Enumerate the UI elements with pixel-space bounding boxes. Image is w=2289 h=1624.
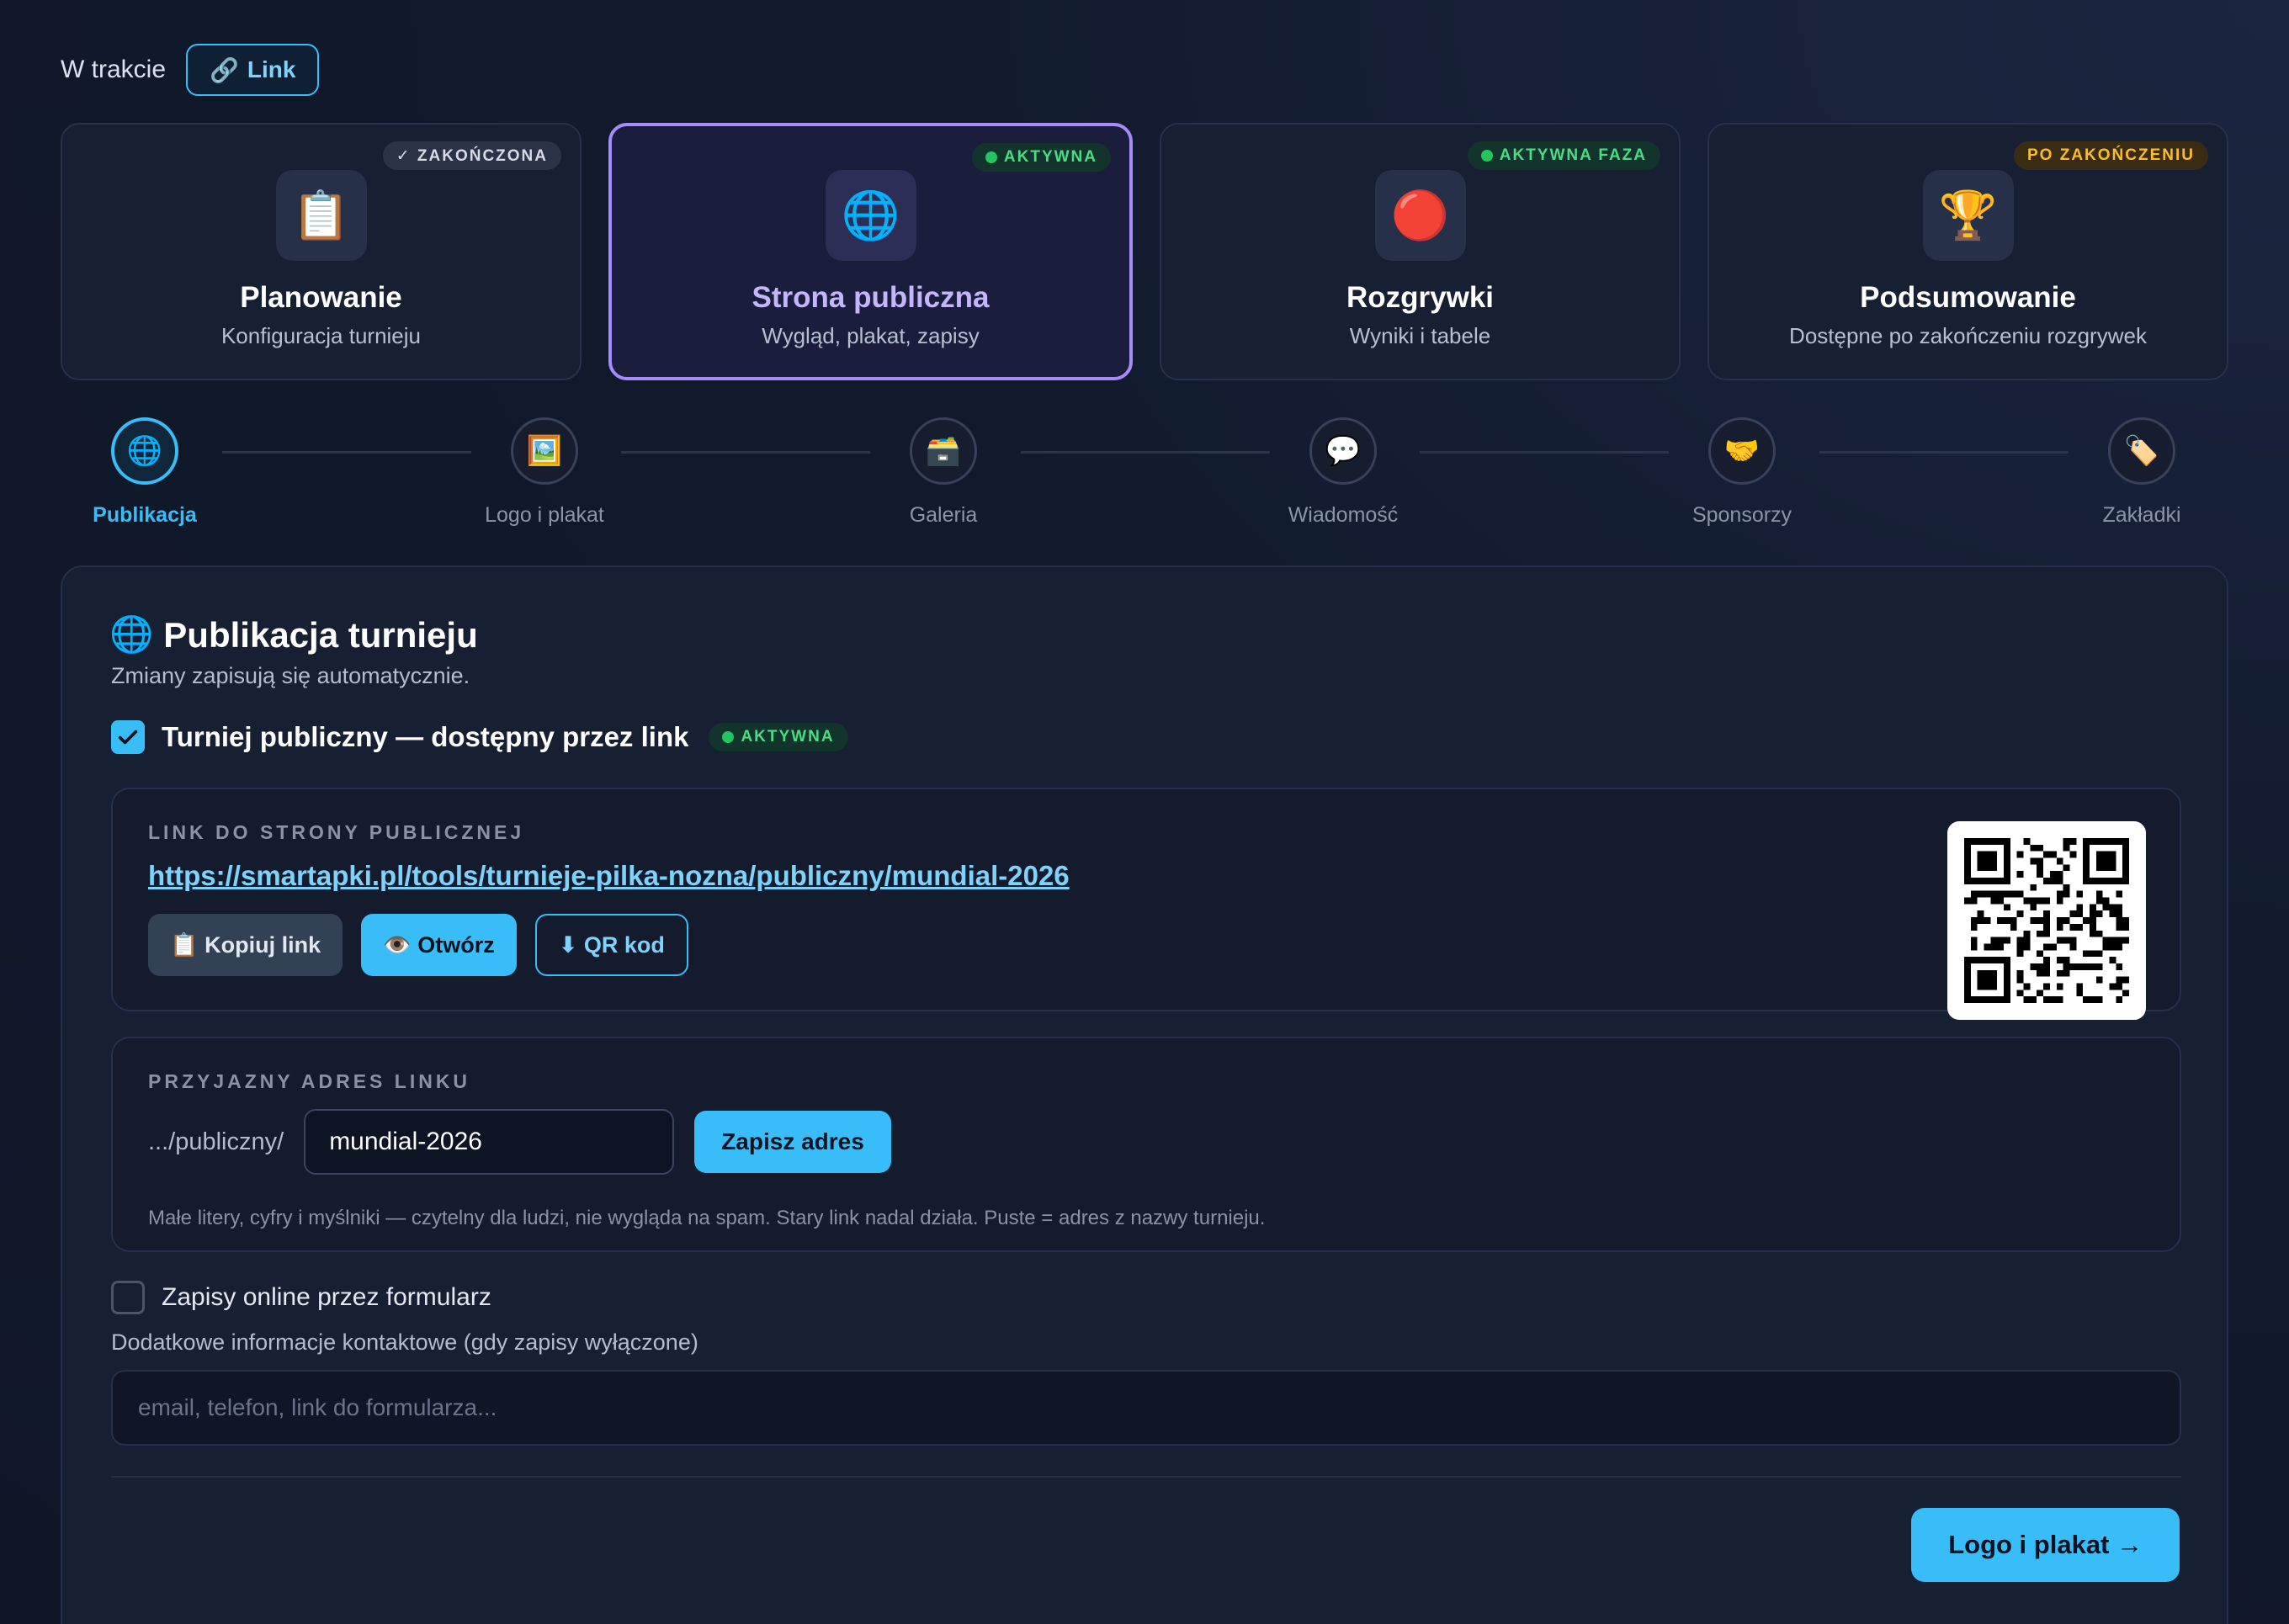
link-chain-icon: 🔗 (210, 56, 239, 83)
step-connector (1021, 451, 1270, 454)
link-button[interactable]: 🔗 Link (186, 44, 320, 96)
box-icon: 🗃️ (910, 417, 977, 485)
qr-download-button[interactable]: ⬇ QR kod (534, 914, 688, 976)
qr-code-image (1947, 821, 2146, 1020)
contact-input[interactable] (111, 1370, 2181, 1446)
panel-title-text: Publikacja turnieju (163, 614, 478, 655)
step-label: Publikacja (93, 503, 197, 527)
phase-card-public-page[interactable]: AKTYWNA 🌐 Strona publiczna Wygląd, plaka… (608, 123, 1133, 380)
public-status-badge: AKTYWNA (709, 723, 848, 751)
active-dot-icon (722, 731, 735, 743)
registration-label: Zapisy online przez formularz (162, 1283, 491, 1311)
panel-title: 🌐 Publikacja turnieju (109, 614, 478, 655)
registration-checkbox[interactable] (111, 1281, 145, 1314)
panel-subtitle: Zmiany zapisują się automatycznie. (111, 663, 470, 688)
divider (111, 1476, 2181, 1478)
clipboard-icon: 📋 (275, 170, 367, 261)
app-root: W trakcie 🔗 Link ✓ ZAKOŃCZONA 📋 Planowan… (0, 0, 2289, 1624)
status-label: W trakcie (61, 56, 167, 83)
phase-badge-after-finish: PO ZAKOŃCZENIU (2014, 141, 2208, 170)
publication-panel: 🌐 Publikacja turnieju Zmiany zapisują si… (61, 565, 2228, 1624)
public-url-link[interactable]: https://smartapki.pl/tools/turnieje-pilk… (148, 860, 1070, 892)
speech-bubble-icon: 💬 (1309, 417, 1377, 485)
qr-code-icon (1964, 838, 2129, 1003)
red-circle-icon: 🔴 (1374, 170, 1466, 261)
step-tabs[interactable]: 🏷️ Zakładki (2041, 417, 2243, 528)
phase-subtitle: Wyniki i tabele (1349, 323, 1491, 348)
save-address-button[interactable]: Zapisz adres (694, 1111, 891, 1173)
picture-icon: 🖼️ (511, 417, 578, 485)
public-toggle-row: Turniej publiczny — dostępny przez link … (111, 720, 848, 754)
step-publication[interactable]: 🌐 Publikacja (44, 417, 246, 528)
public-checkbox[interactable] (111, 720, 145, 754)
step-message[interactable]: 💬 Wiadomość (1242, 417, 1444, 528)
step-gallery[interactable]: 🗃️ Galeria (842, 417, 1044, 528)
step-connector (621, 451, 870, 454)
open-button[interactable]: 👁️ Otwórz (361, 914, 517, 976)
link-button-label: Link (247, 56, 296, 82)
trophy-icon: 🏆 (1922, 170, 2014, 261)
step-label: Wiadomość (1288, 503, 1399, 527)
step-label: Sponsorzy (1692, 503, 1792, 527)
phase-subtitle: Dostępne po zakończeniu rozgrywek (1789, 323, 2147, 348)
phase-card-matches[interactable]: AKTYWNA FAZA 🔴 Rozgrywki Wyniki i tabele (1160, 123, 1681, 380)
phase-card-summary[interactable]: PO ZAKOŃCZENIU 🏆 Podsumowanie Dostępne p… (1707, 123, 2228, 380)
step-label: Zakładki (2102, 503, 2181, 527)
phase-card-planning[interactable]: ✓ ZAKOŃCZONA 📋 Planowanie Konfiguracja t… (61, 123, 582, 380)
public-link-card: LINK DO STRONY PUBLICZNEJ https://smarta… (111, 788, 2181, 1020)
checkmark-icon (118, 730, 138, 745)
step-label: Galeria (909, 503, 978, 527)
card-label: LINK DO STRONY PUBLICZNEJ (148, 821, 525, 843)
tournament-status-row: W trakcie 🔗 Link (61, 44, 320, 96)
public-badge-text: AKTYWNA (741, 728, 835, 746)
step-logo-poster[interactable]: 🖼️ Logo i plakat (443, 417, 645, 528)
phase-cards: ✓ ZAKOŃCZONA 📋 Planowanie Konfiguracja t… (61, 123, 2228, 380)
copy-link-button[interactable]: 📋 Kopiuj link (148, 914, 343, 976)
phase-badge-active: AKTYWNA (971, 143, 1111, 172)
card-label: PRZYJAZNY ADRES LINKU (148, 1070, 471, 1092)
globe-icon: 🌐 (111, 417, 178, 485)
phase-badge-active-phase: AKTYWNA FAZA (1467, 141, 1660, 170)
step-connector (1420, 451, 1669, 454)
phase-badge-completed: ✓ ZAKOŃCZONA (382, 141, 561, 170)
step-tracker: 🌐 Publikacja 🖼️ Logo i plakat 🗃️ Galeria… (61, 417, 2228, 527)
step-sponsors[interactable]: 🤝 Sponsorzy (1641, 417, 1843, 528)
phase-subtitle: Wygląd, plakat, zapisy (762, 323, 980, 348)
phase-badge-text: AKTYWNA FAZA (1499, 146, 1647, 164)
slug-prefix: .../publiczny/ (148, 1128, 284, 1155)
phase-title: Strona publiczna (751, 281, 990, 314)
registration-row: Zapisy online przez formularz (111, 1281, 491, 1314)
slug-hint: Małe litery, cyfry i myślniki — czytelny… (148, 1207, 1266, 1229)
slug-row: .../publiczny/ Zapisz adres (148, 1109, 891, 1175)
globe-icon: 🌐 (825, 170, 916, 261)
step-label: Logo i plakat (485, 503, 604, 527)
slug-input[interactable] (304, 1109, 675, 1175)
phase-title: Planowanie (240, 281, 402, 314)
phase-title: Podsumowanie (1860, 281, 2076, 314)
handshake-icon: 🤝 (1708, 417, 1776, 485)
active-dot-icon (985, 151, 997, 163)
step-connector (1819, 451, 2069, 454)
active-dot-icon (1480, 150, 1493, 162)
contact-label: Dodatkowe informacje kontaktowe (gdy zap… (111, 1329, 698, 1355)
public-label: Turniej publiczny — dostępny przez link (162, 721, 689, 752)
friendly-address-card: PRZYJAZNY ADRES LINKU .../publiczny/ Zap… (111, 1037, 2181, 1252)
next-logo-poster-button[interactable]: Logo i plakat → (1911, 1508, 2180, 1582)
globe-icon: 🌐 (109, 614, 154, 654)
phase-badge-text: AKTYWNA (1003, 148, 1097, 166)
step-connector (222, 451, 471, 454)
tag-icon: 🏷️ (2108, 417, 2175, 485)
phase-subtitle: Konfiguracja turnieju (220, 323, 422, 348)
link-actions: 📋 Kopiuj link 👁️ Otwórz ⬇ QR kod (148, 914, 688, 976)
phase-title: Rozgrywki (1346, 281, 1495, 314)
